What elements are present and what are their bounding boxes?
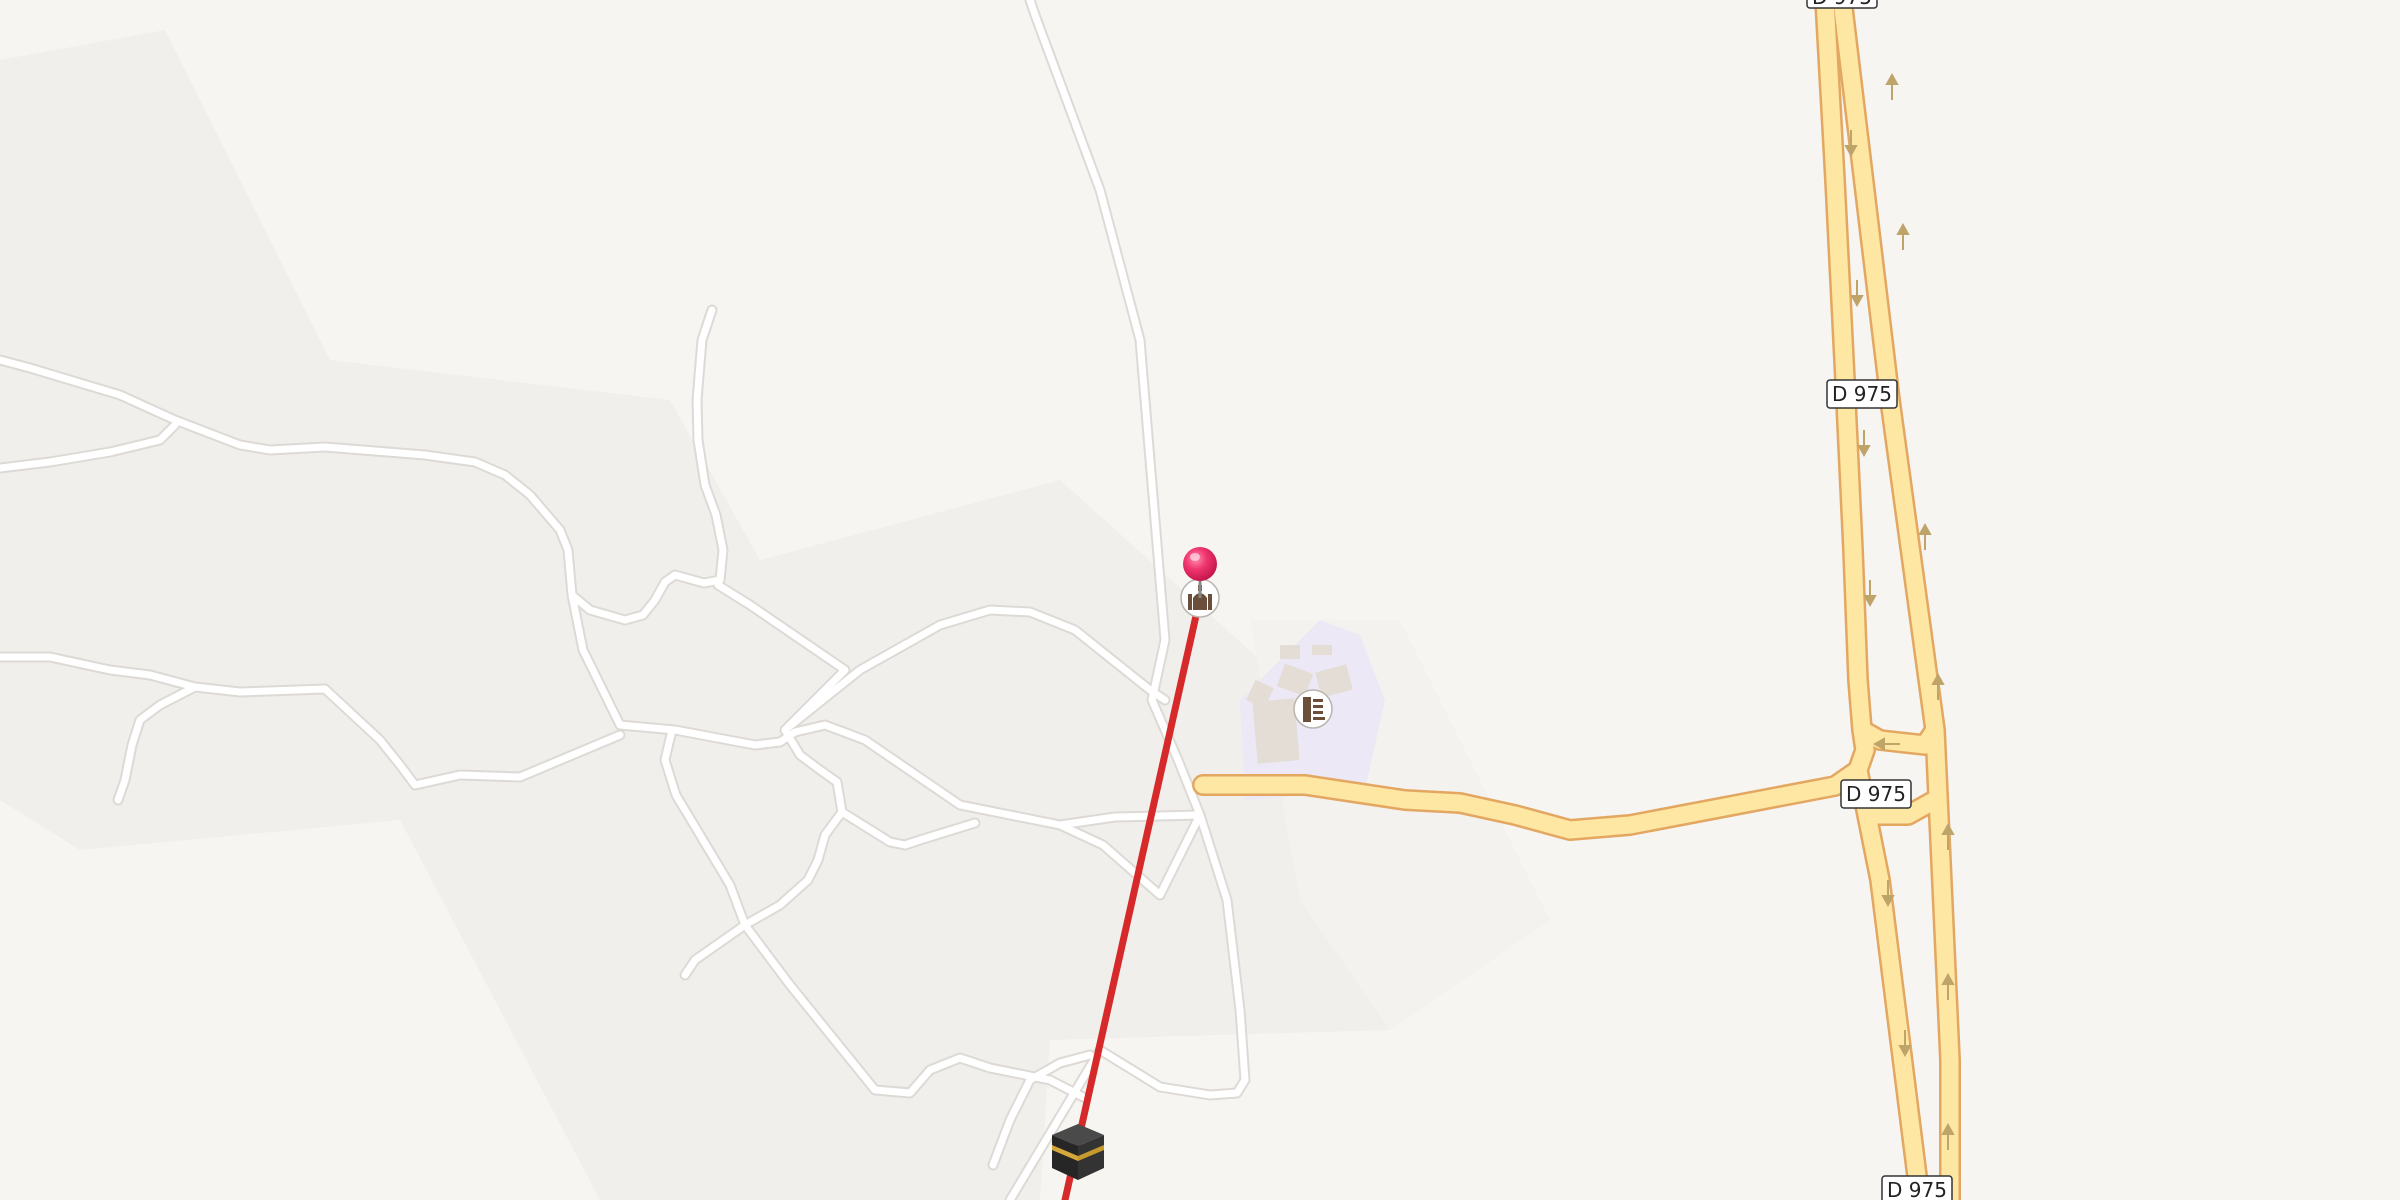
arrow-up-icon (1885, 72, 1899, 100)
road-label-d975-mid: D 975 (1840, 779, 1912, 809)
map-canvas[interactable]: D 975 D 975 D 975 D 975 (0, 0, 2400, 1200)
kaaba-icon[interactable] (1052, 1124, 1104, 1180)
arrow-up-icon (1918, 522, 1932, 550)
road-label-d975-bottom: D 975 (1881, 1175, 1953, 1200)
road-label-text: D 975 (1812, 0, 1872, 9)
road-label-text: D 975 (1846, 782, 1906, 806)
road-label-d975-upper: D 975 (1826, 379, 1898, 409)
arrow-down-icon (1850, 280, 1864, 308)
arrow-down-icon (1863, 580, 1877, 608)
terrain-shading (0, 30, 1550, 1200)
road-label-text: D 975 (1887, 1178, 1947, 1200)
arrow-up-icon (1896, 222, 1910, 250)
arrow-down-icon (1857, 430, 1871, 458)
road-label-text: D 975 (1832, 382, 1892, 406)
road-label-d975-top: D 975 (1806, 0, 1878, 9)
building-icon[interactable] (1293, 689, 1333, 729)
